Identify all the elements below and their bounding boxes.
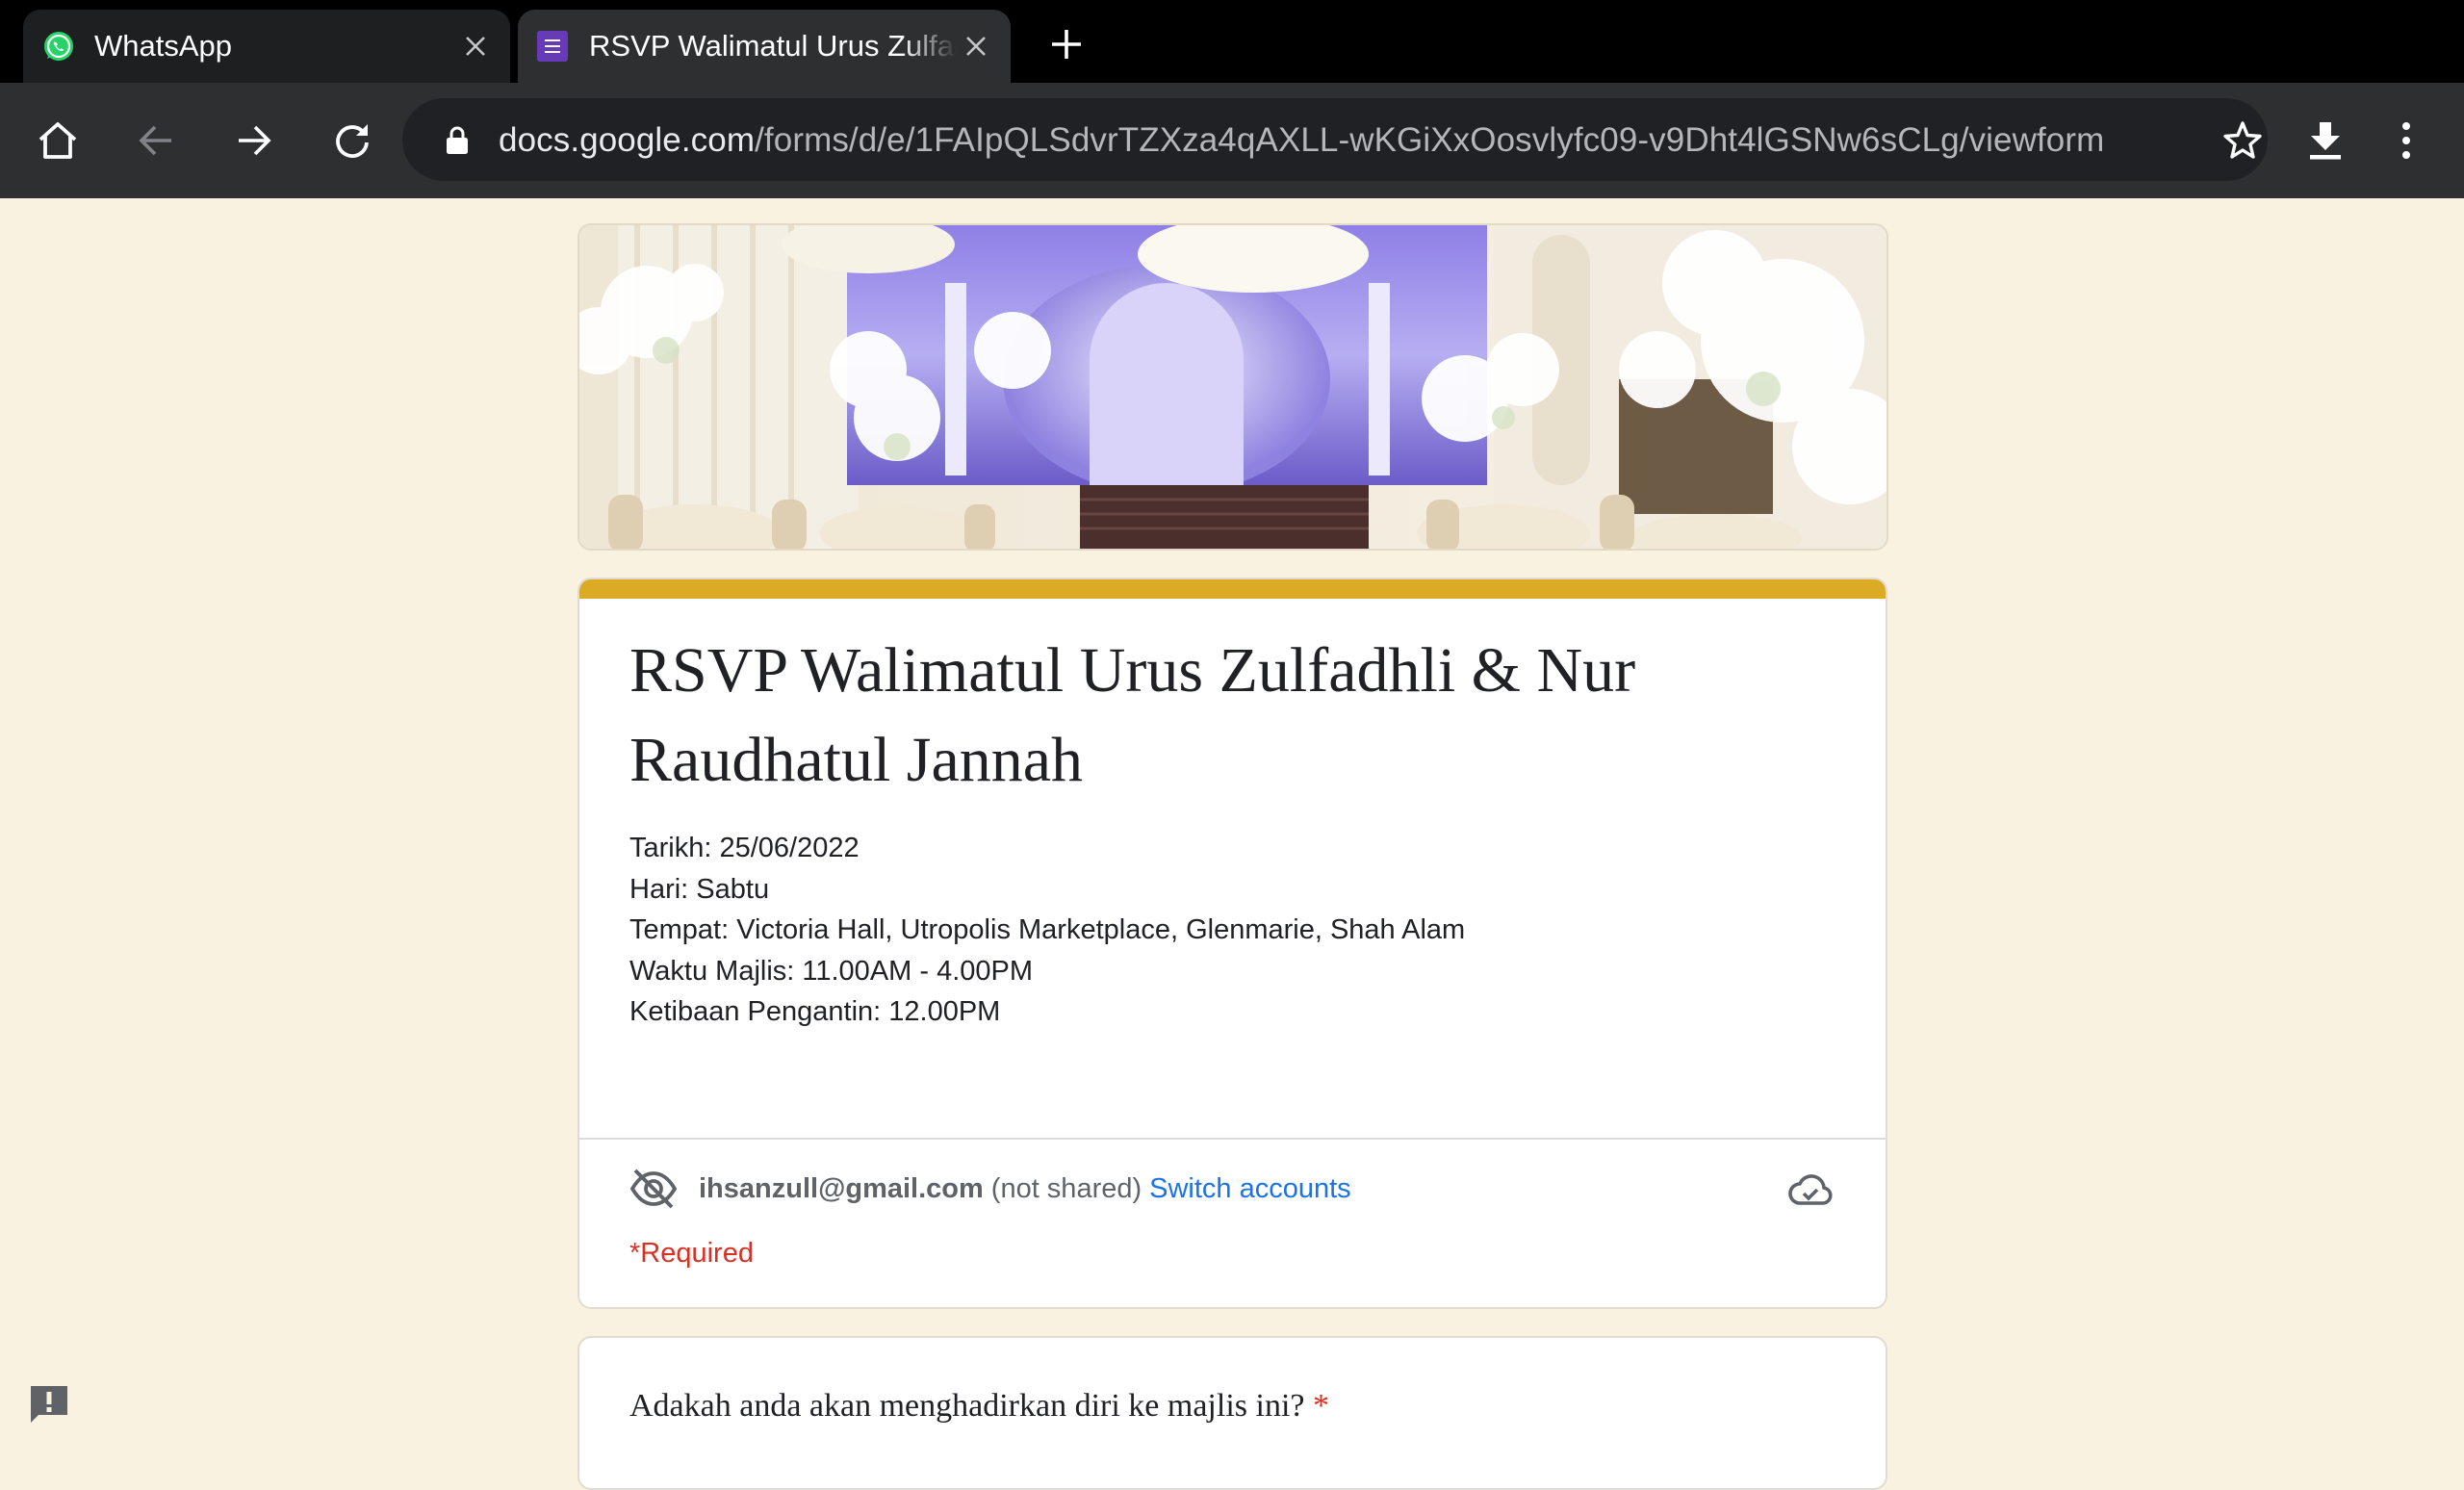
account-row: ihsanzull@gmail.com (not shared) Switch … (629, 1165, 1351, 1213)
description-line-date: Tarikh: 25/06/2022 (629, 833, 860, 863)
divider (579, 1138, 1886, 1140)
description-line-day: Hari: Sabtu (629, 873, 770, 905)
question-text: Adakah anda akan menghadirkan diri ke ma… (629, 1388, 1305, 1424)
tab-whatsapp[interactable]: WhatsApp (23, 10, 510, 83)
url-text[interactable]: docs.google.com/forms/d/e/1FAIpQLSdvrTZX… (499, 121, 2104, 160)
star-outline-icon (2223, 121, 2262, 159)
report-feedback-icon[interactable] (25, 1380, 73, 1428)
reload-icon (336, 124, 369, 158)
tab-rsvp-form[interactable]: RSVP Walimatul Urus Zulfadhli & Nur Raud… (518, 10, 1011, 83)
required-note: *Required (629, 1238, 754, 1269)
download-icon (2310, 122, 2341, 160)
theme-accent-bar (579, 579, 1886, 599)
tab-strip: WhatsApp RSVP Walimatul Urus Zulfadhli &… (0, 0, 2464, 83)
new-tab-icon[interactable] (1049, 27, 1084, 62)
description-line-arrival: Ketibaan Pengantin: 12.00PM (629, 996, 1001, 1027)
tab-title: RSVP Walimatul Urus Zulfadhli & Nur Raud… (589, 29, 957, 63)
address-bar[interactable]: docs.google.com/forms/d/e/1FAIpQLSdvrTZX… (402, 98, 2268, 181)
download-button[interactable] (2297, 112, 2354, 169)
form-title: RSVP Walimatul Urus Zulfadhli & Nur Raud… (629, 635, 1636, 795)
close-tab-icon[interactable] (957, 27, 995, 65)
google-forms-icon (537, 31, 568, 62)
question-title: Adakah anda akan menghadirkan diri ke ma… (629, 1388, 1329, 1425)
description-line-venue: Tempat: Victoria Hall, Utropolis Marketp… (629, 914, 1466, 945)
browser-toolbar: docs.google.com/forms/d/e/1FAIpQLSdvrTZX… (0, 83, 2464, 198)
question-card: Adakah anda akan menghadirkan diri ke ma… (578, 1336, 1887, 1490)
close-tab-icon[interactable] (456, 27, 495, 65)
home-icon (38, 122, 77, 159)
reload-button[interactable] (323, 112, 381, 169)
lock-icon[interactable] (445, 125, 470, 156)
menu-button[interactable] (2377, 112, 2435, 169)
forward-button[interactable] (225, 112, 283, 169)
cloud-done-icon (1788, 1174, 1833, 1205)
url-domain: docs.google.com (499, 121, 756, 159)
more-vert-icon (2402, 122, 2410, 159)
whatsapp-icon (44, 32, 73, 61)
home-button[interactable] (29, 112, 87, 169)
description-line-time: Waktu Majlis: 11.00AM - 4.00PM (629, 955, 1034, 987)
arrow-right-icon (239, 125, 271, 156)
tab-title: WhatsApp (94, 29, 233, 63)
back-button[interactable] (127, 112, 185, 169)
header-banner-image (578, 223, 1888, 551)
arrow-left-icon (139, 125, 171, 156)
url-path: /forms/d/e/1FAIpQLSdvrTZXza4qAXLL-wKGiXx… (755, 121, 2105, 159)
not-shared-label: (not shared) (990, 1172, 1142, 1204)
required-asterisk: * (1312, 1388, 1329, 1424)
account-email: ihsanzull@gmail.com (699, 1172, 984, 1204)
switch-accounts-link[interactable]: Switch accounts (1149, 1173, 1351, 1205)
form-header-card: RSVP Walimatul Urus Zulfadhli & Nur Raud… (578, 578, 1887, 1309)
visibility-off-icon (629, 1169, 678, 1209)
form-description: Tarikh: 25/06/2022 Hari: Sabtu Tempat: V… (629, 828, 1465, 1033)
bookmark-button[interactable] (2214, 112, 2272, 169)
